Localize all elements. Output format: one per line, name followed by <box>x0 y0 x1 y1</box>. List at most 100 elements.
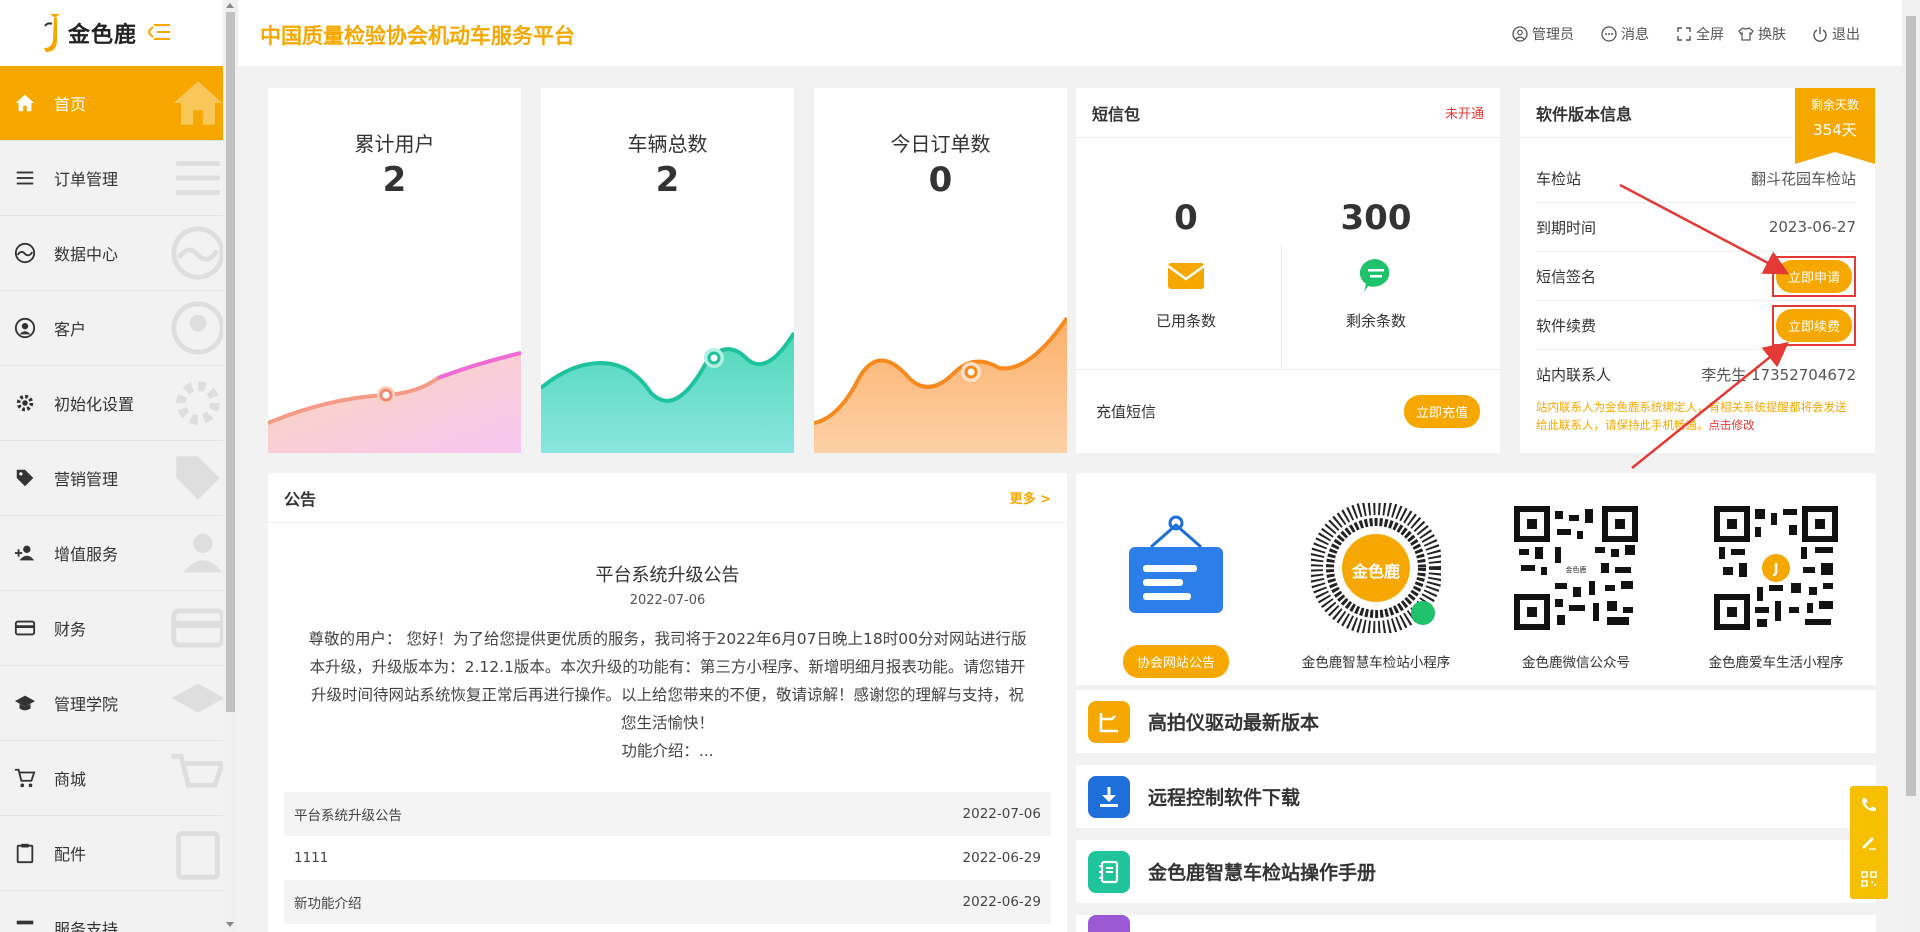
software-version-panel: 软件版本信息 剩余天数 354天 车检站 翻斗花园车检站 到期时间 2023-0… <box>1520 88 1875 453</box>
camera-driver-link[interactable]: 高拍仪驱动最新版本 <box>1076 690 1876 753</box>
sidebar-scroll-thumb[interactable] <box>226 12 235 712</box>
skin-link[interactable]: 换肤 <box>1738 24 1786 44</box>
stat-value: 0 <box>928 160 953 200</box>
renew-now-button[interactable]: 立即续费 <box>1775 308 1852 342</box>
next-link-row[interactable] <box>1076 915 1876 932</box>
car-life-qr-code[interactable]: J <box>1711 503 1841 633</box>
logo: 金色鹿 <box>0 0 223 66</box>
page-scroll-thumb[interactable] <box>1906 16 1916 796</box>
sms-recharge-row: 充值短信 立即充值 <box>1076 370 1500 453</box>
sidebar-item-mall[interactable]: 商城 <box>0 741 223 816</box>
logout-link[interactable]: 退出 <box>1812 24 1860 44</box>
phone-button[interactable] <box>1850 786 1888 823</box>
announcement-title: 公告 <box>284 489 317 509</box>
message-link[interactable]: 消息 <box>1601 24 1649 44</box>
users-wave-graphic <box>268 351 521 453</box>
announcement-row[interactable]: 新功能介绍 2022-06-29 <box>284 880 1051 924</box>
message-label: 消息 <box>1621 27 1649 43</box>
announcement-row[interactable]: 平台系统升级公告 2022-07-06 <box>284 792 1051 836</box>
sidebar-item-parts[interactable]: 配件 <box>0 816 223 891</box>
logout-label: 退出 <box>1832 27 1860 43</box>
remaining-days-label: 剩余天数 <box>1810 98 1859 112</box>
chart-icon <box>14 242 36 264</box>
page-scrollbar[interactable] <box>1902 0 1920 932</box>
message-icon <box>1601 26 1617 42</box>
sms-sign-row: 短信签名 立即申请 <box>1536 252 1856 301</box>
mini-program-panel: 协会网站公告 金色鹿 金色鹿智慧车检站小程序 金色鹿 金色鹿微信公众号 J 金色… <box>1076 473 1876 685</box>
sms-remaining: 300 剩余条数 <box>1276 138 1476 370</box>
stat-card-users: 累计用户 2 <box>268 88 521 453</box>
add-user-watermark-icon <box>183 533 223 573</box>
sidebar-item-label: 管理学院 <box>54 695 119 714</box>
scroll-up-arrow[interactable] <box>226 3 234 8</box>
sidebar-item-label: 增值服务 <box>54 545 119 564</box>
contact-key: 站内联系人 <box>1536 366 1612 384</box>
sidebar-item-orders[interactable]: 订单管理 <box>0 141 223 216</box>
sidebar-item-label: 订单管理 <box>54 170 119 189</box>
sidebar-item-label: 初始化设置 <box>54 395 135 414</box>
wechat-qr-code[interactable]: 金色鹿 <box>1511 503 1641 633</box>
sidebar-item-support[interactable]: 服务支持 <box>0 891 223 932</box>
announcement-row-title: 1111 <box>294 850 329 866</box>
sidebar-scrollbar[interactable] <box>223 0 238 932</box>
recharge-now-button[interactable]: 立即充值 <box>1403 395 1480 428</box>
sidebar-item-label: 服务支持 <box>54 920 119 932</box>
qr-button[interactable] <box>1850 860 1888 897</box>
station-key: 车检站 <box>1536 169 1582 188</box>
sms-used-value: 0 <box>1174 198 1198 238</box>
brand-name: 金色鹿 <box>68 23 138 48</box>
sidebar-item-value-added[interactable]: 增值服务 <box>0 516 223 591</box>
book-icon <box>1088 850 1130 893</box>
renew-key: 软件续费 <box>1536 316 1597 335</box>
scroll-down-arrow[interactable] <box>226 922 234 927</box>
camera-icon <box>1088 700 1130 743</box>
sidebar-item-customers[interactable]: 客户 <box>0 291 223 366</box>
association-notice-item: 协会网站公告 <box>1076 503 1276 678</box>
announcement-intro: 功能介绍：... <box>621 742 714 760</box>
admin-link[interactable]: 管理员 <box>1512 24 1574 44</box>
sidebar-item-data-center[interactable]: 数据中心 <box>0 216 223 291</box>
sms-status-badge: 未开通 <box>1444 107 1484 122</box>
sidebar-item-academy[interactable]: 管理学院 <box>0 666 223 741</box>
cart-watermark-icon <box>171 753 223 788</box>
contact-row: 站内联系人 李先生 17352704672 <box>1536 350 1856 399</box>
apply-now-button[interactable]: 立即申请 <box>1775 259 1852 293</box>
sidebar-item-init-settings[interactable]: 初始化设置 <box>0 366 223 441</box>
station-value: 翻斗花园车检站 <box>1750 169 1856 188</box>
sidebar: 金色鹿 首页 订单管理 数据中心 客户 初始化设置 营销管理 增值服务 财务 管… <box>0 0 223 932</box>
edit-button[interactable] <box>1850 823 1888 860</box>
sidebar-item-marketing[interactable]: 营销管理 <box>0 441 223 516</box>
sidebar-item-finance[interactable]: 财务 <box>0 591 223 666</box>
graduation-cap-watermark-icon <box>171 683 223 713</box>
wechat-account-caption: 金色鹿微信公众号 <box>1522 655 1630 671</box>
sms-remaining-value: 300 <box>1340 198 1412 238</box>
page-title: 中国质量检验协会机动车服务平台 <box>260 24 575 48</box>
cart-icon <box>14 768 36 788</box>
announcement-headline[interactable]: 平台系统升级公告 <box>268 561 1067 587</box>
card-icon <box>14 620 36 636</box>
sidebar-item-label: 营销管理 <box>54 470 119 489</box>
remaining-days-value: 354天 <box>1813 121 1857 139</box>
car-life-caption: 金色鹿爱车生活小程序 <box>1708 655 1844 671</box>
more-link[interactable]: 更多 > <box>1010 488 1051 507</box>
stat-card-vehicles: 车辆总数 2 <box>541 88 794 453</box>
fullscreen-icon <box>1677 27 1691 41</box>
qr-small-icon <box>1861 870 1877 887</box>
tag-watermark-icon <box>176 456 220 500</box>
association-notice-button[interactable]: 协会网站公告 <box>1122 645 1229 678</box>
fullscreen-link[interactable]: 全屏 <box>1676 24 1724 44</box>
sms-panel-header: 短信包 未开通 <box>1076 88 1500 138</box>
expire-value: 2023-06-27 <box>1768 218 1856 236</box>
menu-fold-icon[interactable] <box>148 22 170 42</box>
admin-label: 管理员 <box>1532 27 1574 43</box>
announcement-row[interactable]: 1111 2022-06-29 <box>284 836 1051 880</box>
operation-manual-link[interactable]: 金色鹿智慧车检站操作手册 <box>1076 840 1876 903</box>
vehicles-wave-graphic <box>541 331 794 453</box>
remote-control-download-link[interactable]: 远程控制软件下载 <box>1076 765 1876 828</box>
sidebar-item-home[interactable]: 首页 <box>0 66 223 141</box>
mini-program-code-image[interactable]: 金色鹿 <box>1309 501 1443 635</box>
qr-code-icon: 金色鹿 <box>1514 506 1638 630</box>
list-watermark-icon <box>176 161 220 195</box>
edit-contact-link[interactable]: 点击修改 <box>1709 418 1755 432</box>
graduation-cap-icon <box>14 695 36 711</box>
